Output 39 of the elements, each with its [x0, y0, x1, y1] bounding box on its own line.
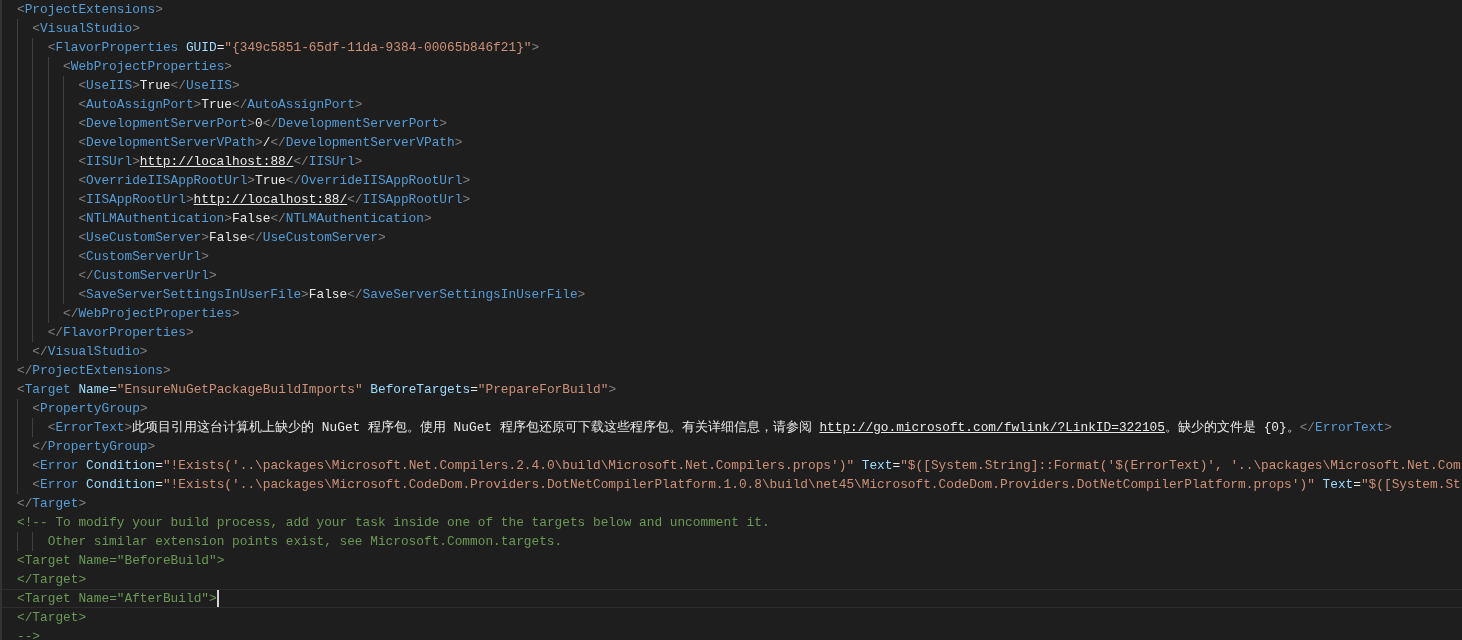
code-line: <Error Condition="!Exists('..\packages\Microsoft.Net.Compilers.2.4.0\build\Microsoft.Net.Compilers.props')" Text="$([System.String]::Format('$(ErrorText)', '..\packages\Microsoft.Net.Com	[32, 457, 1461, 474]
code-line: </FlavorProperties>	[47, 324, 194, 341]
code-line: <UseIIS>True</UseIIS>	[78, 77, 240, 94]
code-line: <Target Name="BeforeBuild">	[17, 552, 225, 569]
code-line: -->	[17, 628, 41, 640]
code-line: </VisualStudio>	[32, 343, 148, 360]
code-line: <AutoAssignPort>True</AutoAssignPort>	[78, 96, 363, 113]
code-line: <OverrideIISAppRootUrl>True</OverrideIISAppRootUrl>	[78, 172, 471, 189]
code-line: <Target Name="EnsureNuGetPackageBuildImports" BeforeTargets="PrepareForBuild">	[17, 381, 617, 398]
code-line: <SaveServerSettingsInUserFile>False</SaveServerSettingsInUserFile>	[78, 286, 586, 303]
code-line: <UseCustomServer>False</UseCustomServer>	[78, 229, 386, 246]
link[interactable]: http://localhost:88/	[193, 192, 348, 207]
code-line: <CustomServerUrl>	[78, 248, 209, 265]
code-line: </CustomServerUrl>	[78, 267, 217, 284]
code-line: <NTLMAuthentication>False</NTLMAuthentication>	[78, 210, 432, 227]
text-cursor	[216, 590, 219, 607]
code-line: </PropertyGroup>	[32, 438, 156, 455]
code-line: <IISUrl>http://localhost:88/</IISUrl>	[78, 153, 363, 170]
code-line: <DevelopmentServerVPath>/</DevelopmentServerVPath>	[78, 134, 463, 151]
code-line: </Target>	[17, 609, 87, 626]
code-line: <PropertyGroup>	[32, 400, 148, 417]
code-line: <WebProjectProperties>	[63, 58, 232, 75]
code-line: </Target>	[17, 495, 87, 512]
code-line: </ProjectExtensions>	[17, 362, 171, 379]
code-line: <IISAppRootUrl>http://localhost:88/</IISAppRootUrl>	[78, 191, 471, 208]
code-line: </Target>	[17, 571, 87, 588]
code-line: <!-- To modify your build process, add your task inside one of the targets below and uncomment it.	[17, 514, 770, 531]
code-line: <FlavorProperties GUID="{349c5851-65df-11da-9384-00065b846f21}">	[47, 39, 540, 56]
code-line: <Error Condition="!Exists('..\packages\Microsoft.CodeDom.Providers.DotNetCompilerPlatform.1.0.8\build\net45\Microsoft.CodeDom.Providers.DotNetCompilerPlatform.props')" Text="$([System.St	[32, 476, 1461, 493]
link[interactable]: http://go.microsoft.com/fwlink/?LinkID=322105	[819, 420, 1165, 435]
link[interactable]: http://localhost:88/	[139, 154, 294, 169]
code-line: Other similar extension points exist, see Microsoft.Common.targets.	[47, 533, 563, 550]
code-line: <VisualStudio>	[32, 20, 140, 37]
code-line: </WebProjectProperties>	[63, 305, 240, 322]
code-line: <ProjectExtensions>	[17, 1, 163, 18]
code-line: <DevelopmentServerPort>0</DevelopmentServerPort>	[78, 115, 448, 132]
code-editor[interactable]	[0, 0, 1462, 640]
code-line: <Target Name="AfterBuild">	[17, 590, 217, 607]
code-line: <ErrorText>此项目引用这台计算机上缺少的 NuGet 程序包。使用 NuGet 程序包还原可下载这些程序包。有关详细信息，请参阅 http://go.microsoft.com/fwlink/?LinkID=322105。缺少的文件是 {0}。</ErrorText>	[47, 419, 1392, 436]
